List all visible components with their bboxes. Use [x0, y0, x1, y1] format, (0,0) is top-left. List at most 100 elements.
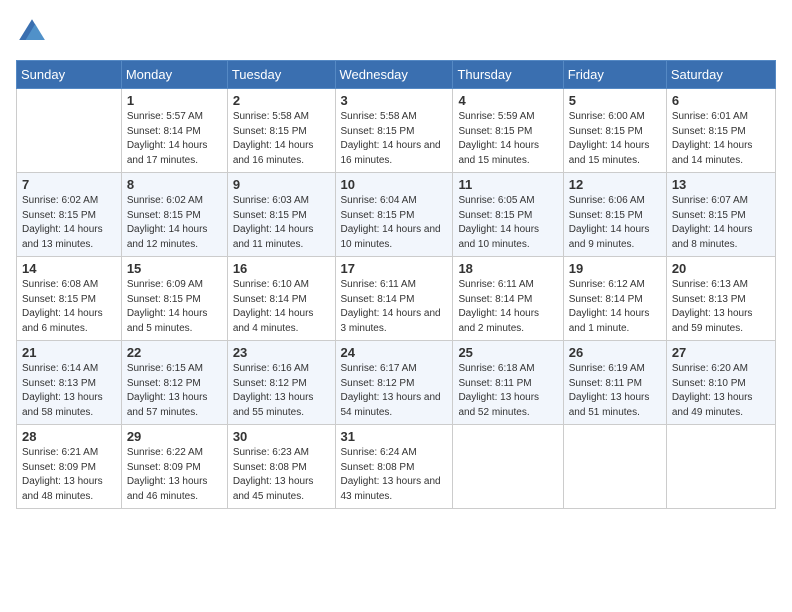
day-info: Sunrise: 6:24 AMSunset: 8:08 PMDaylight:… — [341, 446, 448, 504]
day-of-week-header: Sunday — [17, 61, 122, 89]
day-info: Sunrise: 6:23 AMSunset: 8:08 PMDaylight:… — [233, 446, 330, 504]
calendar-cell — [563, 425, 666, 509]
calendar-header-row: SundayMondayTuesdayWednesdayThursdayFrid… — [17, 61, 776, 89]
day-of-week-header: Tuesday — [227, 61, 335, 89]
calendar-cell: 17 Sunrise: 6:11 AMSunset: 8:14 PMDayligh… — [335, 257, 453, 341]
calendar-table: SundayMondayTuesdayWednesdayThursdayFrid… — [16, 60, 776, 509]
calendar-week-row: 14 Sunrise: 6:08 AMSunset: 8:15 PMDayligh… — [17, 257, 776, 341]
day-info: Sunrise: 5:59 AMSunset: 8:15 PMDaylight:… — [458, 110, 557, 168]
day-info: Sunrise: 6:14 AMSunset: 8:13 PMDaylight:… — [22, 362, 116, 420]
day-info: Sunrise: 6:19 AMSunset: 8:11 PMDaylight:… — [569, 362, 661, 420]
day-number: 29 — [127, 429, 222, 444]
day-number: 25 — [458, 345, 557, 360]
day-number: 19 — [569, 261, 661, 276]
calendar-cell: 3Sunrise: 5:58 AMSunset: 8:15 PMDaylight… — [335, 89, 453, 173]
day-info: Sunrise: 6:11 AMSunset: 8:14 PMDaylight:… — [341, 278, 448, 336]
calendar-cell: 26 Sunrise: 6:19 AMSunset: 8:11 PMDayligh… — [563, 341, 666, 425]
day-number: 11 — [458, 177, 557, 192]
day-info: Sunrise: 6:12 AMSunset: 8:14 PMDaylight:… — [569, 278, 661, 336]
calendar-cell: 7 Sunrise: 6:02 AMSunset: 8:15 PMDaylight… — [17, 173, 122, 257]
day-number: 4 — [458, 93, 557, 108]
day-number: 5 — [569, 93, 661, 108]
calendar-cell: 16 Sunrise: 6:10 AMSunset: 8:14 PMDayligh… — [227, 257, 335, 341]
day-info: Sunrise: 5:58 AMSunset: 8:15 PMDaylight:… — [233, 110, 330, 168]
day-number: 16 — [233, 261, 330, 276]
day-info: Sunrise: 6:22 AMSunset: 8:09 PMDaylight:… — [127, 446, 222, 504]
calendar-cell: 24 Sunrise: 6:17 AMSunset: 8:12 PMDayligh… — [335, 341, 453, 425]
calendar-week-row: 1Sunrise: 5:57 AMSunset: 8:14 PMDaylight… — [17, 89, 776, 173]
day-info: Sunrise: 6:08 AMSunset: 8:15 PMDaylight:… — [22, 278, 116, 336]
day-info: Sunrise: 6:05 AMSunset: 8:15 PMDaylight:… — [458, 194, 557, 252]
calendar-cell: 23 Sunrise: 6:16 AMSunset: 8:12 PMDayligh… — [227, 341, 335, 425]
day-number: 1 — [127, 93, 222, 108]
calendar-cell: 29 Sunrise: 6:22 AMSunset: 8:09 PMDayligh… — [121, 425, 227, 509]
day-info: Sunrise: 6:02 AMSunset: 8:15 PMDaylight:… — [127, 194, 222, 252]
calendar-cell: 1Sunrise: 5:57 AMSunset: 8:14 PMDaylight… — [121, 89, 227, 173]
day-number: 13 — [672, 177, 770, 192]
day-info: Sunrise: 6:20 AMSunset: 8:10 PMDaylight:… — [672, 362, 770, 420]
day-number: 14 — [22, 261, 116, 276]
day-number: 18 — [458, 261, 557, 276]
calendar-cell: 15Sunrise: 6:09 AMSunset: 8:15 PMDayligh… — [121, 257, 227, 341]
day-number: 6 — [672, 93, 770, 108]
calendar-cell: 18 Sunrise: 6:11 AMSunset: 8:14 PMDayligh… — [453, 257, 563, 341]
day-number: 8 — [127, 177, 222, 192]
calendar-cell: 20 Sunrise: 6:13 AMSunset: 8:13 PMDayligh… — [666, 257, 775, 341]
day-info: Sunrise: 6:15 AMSunset: 8:12 PMDaylight:… — [127, 362, 222, 420]
day-info: Sunrise: 6:01 AMSunset: 8:15 PMDaylight:… — [672, 110, 770, 168]
calendar-week-row: 28Sunrise: 6:21 AMSunset: 8:09 PMDayligh… — [17, 425, 776, 509]
day-info: Sunrise: 6:13 AMSunset: 8:13 PMDaylight:… — [672, 278, 770, 336]
logo — [16, 16, 52, 48]
calendar-cell: 28Sunrise: 6:21 AMSunset: 8:09 PMDayligh… — [17, 425, 122, 509]
calendar-cell: 8 Sunrise: 6:02 AMSunset: 8:15 PMDaylight… — [121, 173, 227, 257]
day-of-week-header: Thursday — [453, 61, 563, 89]
day-info: Sunrise: 6:04 AMSunset: 8:15 PMDaylight:… — [341, 194, 448, 252]
calendar-cell — [453, 425, 563, 509]
day-number: 31 — [341, 429, 448, 444]
day-info: Sunrise: 5:58 AMSunset: 8:15 PMDaylight:… — [341, 110, 448, 168]
day-info: Sunrise: 6:02 AMSunset: 8:15 PMDaylight:… — [22, 194, 116, 252]
day-number: 22 — [127, 345, 222, 360]
day-number: 7 — [22, 177, 116, 192]
day-info: Sunrise: 6:11 AMSunset: 8:14 PMDaylight:… — [458, 278, 557, 336]
calendar-cell: 19 Sunrise: 6:12 AMSunset: 8:14 PMDayligh… — [563, 257, 666, 341]
calendar-cell: 12 Sunrise: 6:06 AMSunset: 8:15 PMDayligh… — [563, 173, 666, 257]
day-info: Sunrise: 6:06 AMSunset: 8:15 PMDaylight:… — [569, 194, 661, 252]
calendar-cell: 21Sunrise: 6:14 AMSunset: 8:13 PMDayligh… — [17, 341, 122, 425]
day-info: Sunrise: 6:10 AMSunset: 8:14 PMDaylight:… — [233, 278, 330, 336]
day-number: 20 — [672, 261, 770, 276]
day-info: Sunrise: 6:07 AMSunset: 8:15 PMDaylight:… — [672, 194, 770, 252]
calendar-cell: 30 Sunrise: 6:23 AMSunset: 8:08 PMDayligh… — [227, 425, 335, 509]
calendar-cell: 9 Sunrise: 6:03 AMSunset: 8:15 PMDaylight… — [227, 173, 335, 257]
page-header — [16, 16, 776, 48]
day-number: 10 — [341, 177, 448, 192]
calendar-week-row: 7 Sunrise: 6:02 AMSunset: 8:15 PMDaylight… — [17, 173, 776, 257]
calendar-cell: 25 Sunrise: 6:18 AMSunset: 8:11 PMDayligh… — [453, 341, 563, 425]
day-info: Sunrise: 6:17 AMSunset: 8:12 PMDaylight:… — [341, 362, 448, 420]
day-number: 26 — [569, 345, 661, 360]
day-info: Sunrise: 6:03 AMSunset: 8:15 PMDaylight:… — [233, 194, 330, 252]
day-of-week-header: Monday — [121, 61, 227, 89]
day-of-week-header: Friday — [563, 61, 666, 89]
calendar-cell: 10 Sunrise: 6:04 AMSunset: 8:15 PMDayligh… — [335, 173, 453, 257]
calendar-cell: 2 Sunrise: 5:58 AMSunset: 8:15 PMDaylight… — [227, 89, 335, 173]
day-number: 17 — [341, 261, 448, 276]
calendar-cell: 4 Sunrise: 5:59 AMSunset: 8:15 PMDaylight… — [453, 89, 563, 173]
calendar-cell — [17, 89, 122, 173]
day-number: 15 — [127, 261, 222, 276]
calendar-cell: 5 Sunrise: 6:00 AMSunset: 8:15 PMDaylight… — [563, 89, 666, 173]
day-number: 12 — [569, 177, 661, 192]
day-number: 24 — [341, 345, 448, 360]
day-info: Sunrise: 6:16 AMSunset: 8:12 PMDaylight:… — [233, 362, 330, 420]
day-number: 2 — [233, 93, 330, 108]
calendar-cell: 11 Sunrise: 6:05 AMSunset: 8:15 PMDayligh… — [453, 173, 563, 257]
logo-icon — [16, 16, 48, 48]
day-of-week-header: Saturday — [666, 61, 775, 89]
day-info: Sunrise: 6:00 AMSunset: 8:15 PMDaylight:… — [569, 110, 661, 168]
day-number: 23 — [233, 345, 330, 360]
day-number: 9 — [233, 177, 330, 192]
day-of-week-header: Wednesday — [335, 61, 453, 89]
calendar-cell: 31 Sunrise: 6:24 AMSunset: 8:08 PMDayligh… — [335, 425, 453, 509]
day-number: 30 — [233, 429, 330, 444]
day-info: Sunrise: 6:18 AMSunset: 8:11 PMDaylight:… — [458, 362, 557, 420]
